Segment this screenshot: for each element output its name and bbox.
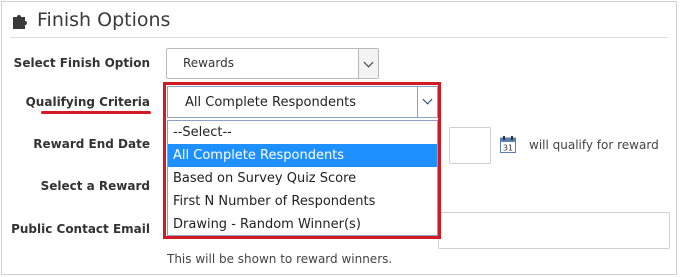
public-contact-email-label: Public Contact Email	[11, 222, 150, 236]
calendar-icon[interactable]: 31	[500, 136, 516, 153]
puzzle-icon	[13, 15, 27, 29]
svg-text:31: 31	[503, 144, 513, 153]
reward-end-date-label: Reward End Date	[33, 137, 150, 151]
finish-option-select[interactable]: Rewards	[166, 48, 379, 79]
highlight-underline	[41, 111, 151, 114]
header-divider	[10, 37, 668, 38]
finish-option-arrow[interactable]	[358, 49, 378, 78]
section-title: Finish Options	[37, 9, 171, 31]
qualify-text: will qualify for reward	[529, 138, 659, 152]
public-contact-hint: This will be shown to reward winners.	[167, 252, 393, 266]
highlight-box	[163, 82, 441, 239]
chevron-down-icon	[363, 57, 374, 68]
section-header: Finish Options	[11, 7, 170, 33]
qualifying-criteria-label: Qualifying Criteria	[25, 95, 150, 109]
finish-option-value: Rewards	[183, 56, 234, 70]
select-reward-label: Select a Reward	[40, 179, 150, 193]
reward-end-date-input[interactable]	[449, 127, 491, 164]
finish-option-label: Select Finish Option	[13, 56, 150, 70]
public-contact-email-input[interactable]	[438, 212, 670, 249]
